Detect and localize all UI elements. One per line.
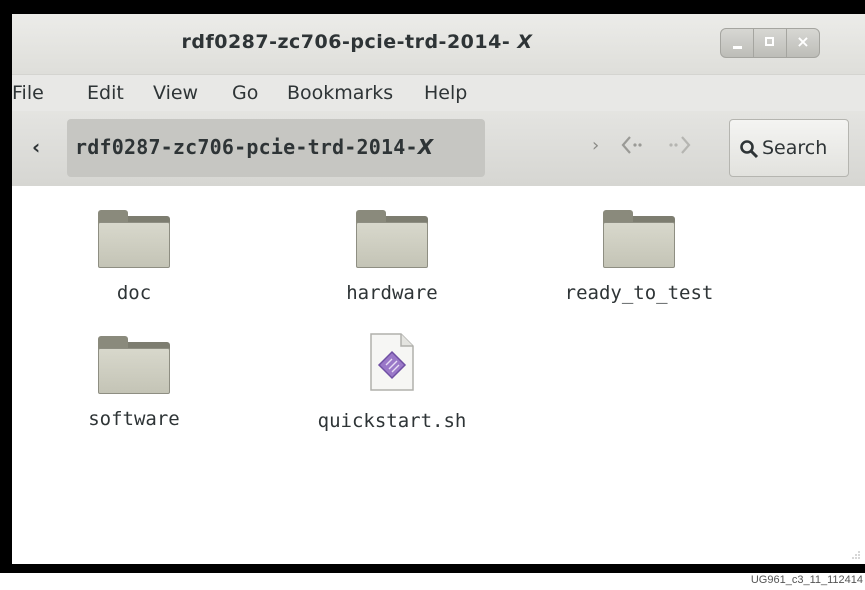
maximize-icon bbox=[765, 37, 774, 46]
search-button[interactable]: Search bbox=[729, 119, 849, 177]
file-name: hardware bbox=[346, 282, 438, 304]
search-label: Search bbox=[762, 137, 828, 159]
menu-bar: File Edit View Go Bookmarks Help bbox=[12, 74, 865, 111]
file-name: doc bbox=[116, 282, 152, 304]
menu-bookmarks[interactable]: Bookmarks bbox=[287, 82, 393, 104]
file-name: software bbox=[88, 408, 180, 430]
folder-icon bbox=[98, 210, 170, 268]
file-item-hardware[interactable]: hardware bbox=[302, 210, 482, 304]
file-item-software[interactable]: software bbox=[44, 336, 224, 430]
folder-icon bbox=[98, 336, 170, 394]
figure-caption: UG961_c3_11_112414 bbox=[750, 574, 863, 586]
path-bar-button[interactable]: rdf0287-zc706-pcie-trd-2014-X bbox=[67, 119, 485, 177]
minimize-button[interactable] bbox=[720, 28, 754, 58]
menu-help[interactable]: Help bbox=[424, 82, 467, 104]
file-view: doc hardware ready_to_test software quic… bbox=[12, 186, 865, 564]
screenshot-frame: rdf0287-zc706-pcie-trd-2014- X × File Ed… bbox=[0, 0, 865, 573]
resize-grip-icon[interactable] bbox=[851, 550, 861, 560]
menu-go[interactable]: Go bbox=[232, 82, 258, 104]
minimize-icon bbox=[733, 46, 742, 49]
menu-edit[interactable]: Edit bbox=[87, 82, 124, 104]
history-back-icon[interactable] bbox=[620, 133, 646, 157]
location-toolbar: ‹ rdf0287-zc706-pcie-trd-2014-X › Search bbox=[12, 111, 865, 187]
file-item-ready-to-test[interactable]: ready_to_test bbox=[549, 210, 729, 304]
script-file-icon bbox=[370, 333, 414, 391]
menu-view[interactable]: View bbox=[153, 82, 198, 104]
menu-file[interactable]: File bbox=[12, 82, 44, 104]
search-icon bbox=[740, 140, 759, 159]
folder-icon bbox=[356, 210, 428, 268]
file-name: quickstart.sh bbox=[317, 410, 467, 432]
folder-icon bbox=[603, 210, 675, 268]
path-bar-label: rdf0287-zc706-pcie-trd-2014-X bbox=[75, 135, 434, 159]
file-item-doc[interactable]: doc bbox=[44, 210, 224, 304]
file-name: ready_to_test bbox=[564, 282, 714, 304]
title-bar[interactable]: rdf0287-zc706-pcie-trd-2014- X × bbox=[12, 14, 865, 74]
close-button[interactable]: × bbox=[786, 28, 820, 58]
close-icon: × bbox=[796, 32, 810, 51]
window-title: rdf0287-zc706-pcie-trd-2014- X bbox=[181, 31, 533, 53]
file-item-quickstart[interactable]: quickstart.sh bbox=[302, 332, 482, 432]
path-forward-button[interactable]: › bbox=[592, 135, 599, 156]
history-forward-icon[interactable] bbox=[666, 133, 692, 157]
file-manager-window: rdf0287-zc706-pcie-trd-2014- X × File Ed… bbox=[12, 14, 865, 564]
back-button[interactable]: ‹ bbox=[32, 135, 40, 159]
maximize-button[interactable] bbox=[753, 28, 787, 58]
